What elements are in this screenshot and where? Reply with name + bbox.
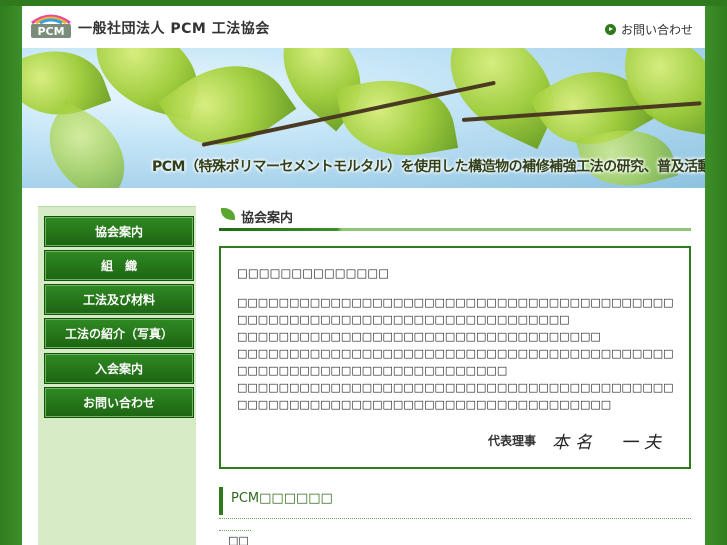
signature: 代表理事 本名 一夫 <box>488 428 667 453</box>
pcm-section-heading: PCM□□□□□□ <box>219 487 691 515</box>
greeting-title: □□□□□□□□□□□□□□ <box>237 266 390 280</box>
news-item[interactable]: □□ <box>228 534 249 545</box>
greeting-paragraph: □□□□□□□□□□□□□□□□□□□□□□□□□□□□□□□□□□□□□□□□… <box>237 381 674 411</box>
title-underline <box>219 228 691 231</box>
signature-role: 代表理事 <box>487 434 536 448</box>
greeting-paragraph: □□□□□□□□□□□□□□□□□□□□□□□□□□□□□□□□□□□ <box>237 330 601 343</box>
hero-banner: PCM（特殊ポリマーセメントモルタル）を使用した構造物の補修補強工法の研究、普及… <box>22 48 705 188</box>
signature-name: 本名 一夫 <box>552 433 667 453</box>
sidebar-item-method-photos[interactable]: 工法の紹介（写真） <box>44 318 194 349</box>
greeting-box: □□□□□□□□□□□□□□ □□□□□□□□□□□□□□□□□□□□□□□□□… <box>219 246 691 469</box>
banner-tagline: PCM（特殊ポリマーセメントモルタル）を使用した構造物の補修補強工法の研究、普及… <box>152 159 705 175</box>
header-contact-link[interactable]: お問い合わせ <box>604 21 693 38</box>
pcm-logo-icon[interactable]: PCM <box>28 11 74 43</box>
site-title[interactable]: 一般社団法人 PCM 工法協会 <box>78 18 270 38</box>
pcm-section-title: PCM□□□□□□ <box>231 491 333 506</box>
greeting-paragraph: □□□□□□□□□□□□□□□□□□□□□□□□□□□□□□□□□□□□□□□□… <box>237 296 674 326</box>
sidebar-item-organization[interactable]: 組 織 <box>44 250 194 281</box>
page-container: PCM 一般社団法人 PCM 工法協会 お問い合わせ PCM（特殊ポリマーセメン… <box>22 6 705 545</box>
logo-text: PCM <box>37 25 64 38</box>
page-title-text: 協会案内 <box>241 211 294 226</box>
header-contact-label: お問い合わせ <box>620 23 693 37</box>
section-divider <box>219 518 691 519</box>
site-header: PCM 一般社団法人 PCM 工法協会 お問い合わせ <box>22 6 705 48</box>
page-title: 協会案内 <box>219 206 691 231</box>
sidebar-item-methods-materials[interactable]: 工法及び材料 <box>44 284 194 315</box>
sidebar-item-membership[interactable]: 入会案内 <box>44 353 194 384</box>
sidebar-item-contact[interactable]: お問い合わせ <box>44 387 194 418</box>
greeting-paragraph: □□□□□□□□□□□□□□□□□□□□□□□□□□□□□□□□□□□□□□□□… <box>237 347 674 377</box>
sidebar-item-about[interactable]: 協会案内 <box>44 216 194 247</box>
sidebar: 協会案内 組 織 工法及び材料 工法の紹介（写真） 入会案内 お問い合わせ <box>38 206 196 545</box>
leaf-icon <box>221 208 235 220</box>
arrow-right-icon <box>604 24 616 35</box>
news-divider <box>219 530 251 531</box>
